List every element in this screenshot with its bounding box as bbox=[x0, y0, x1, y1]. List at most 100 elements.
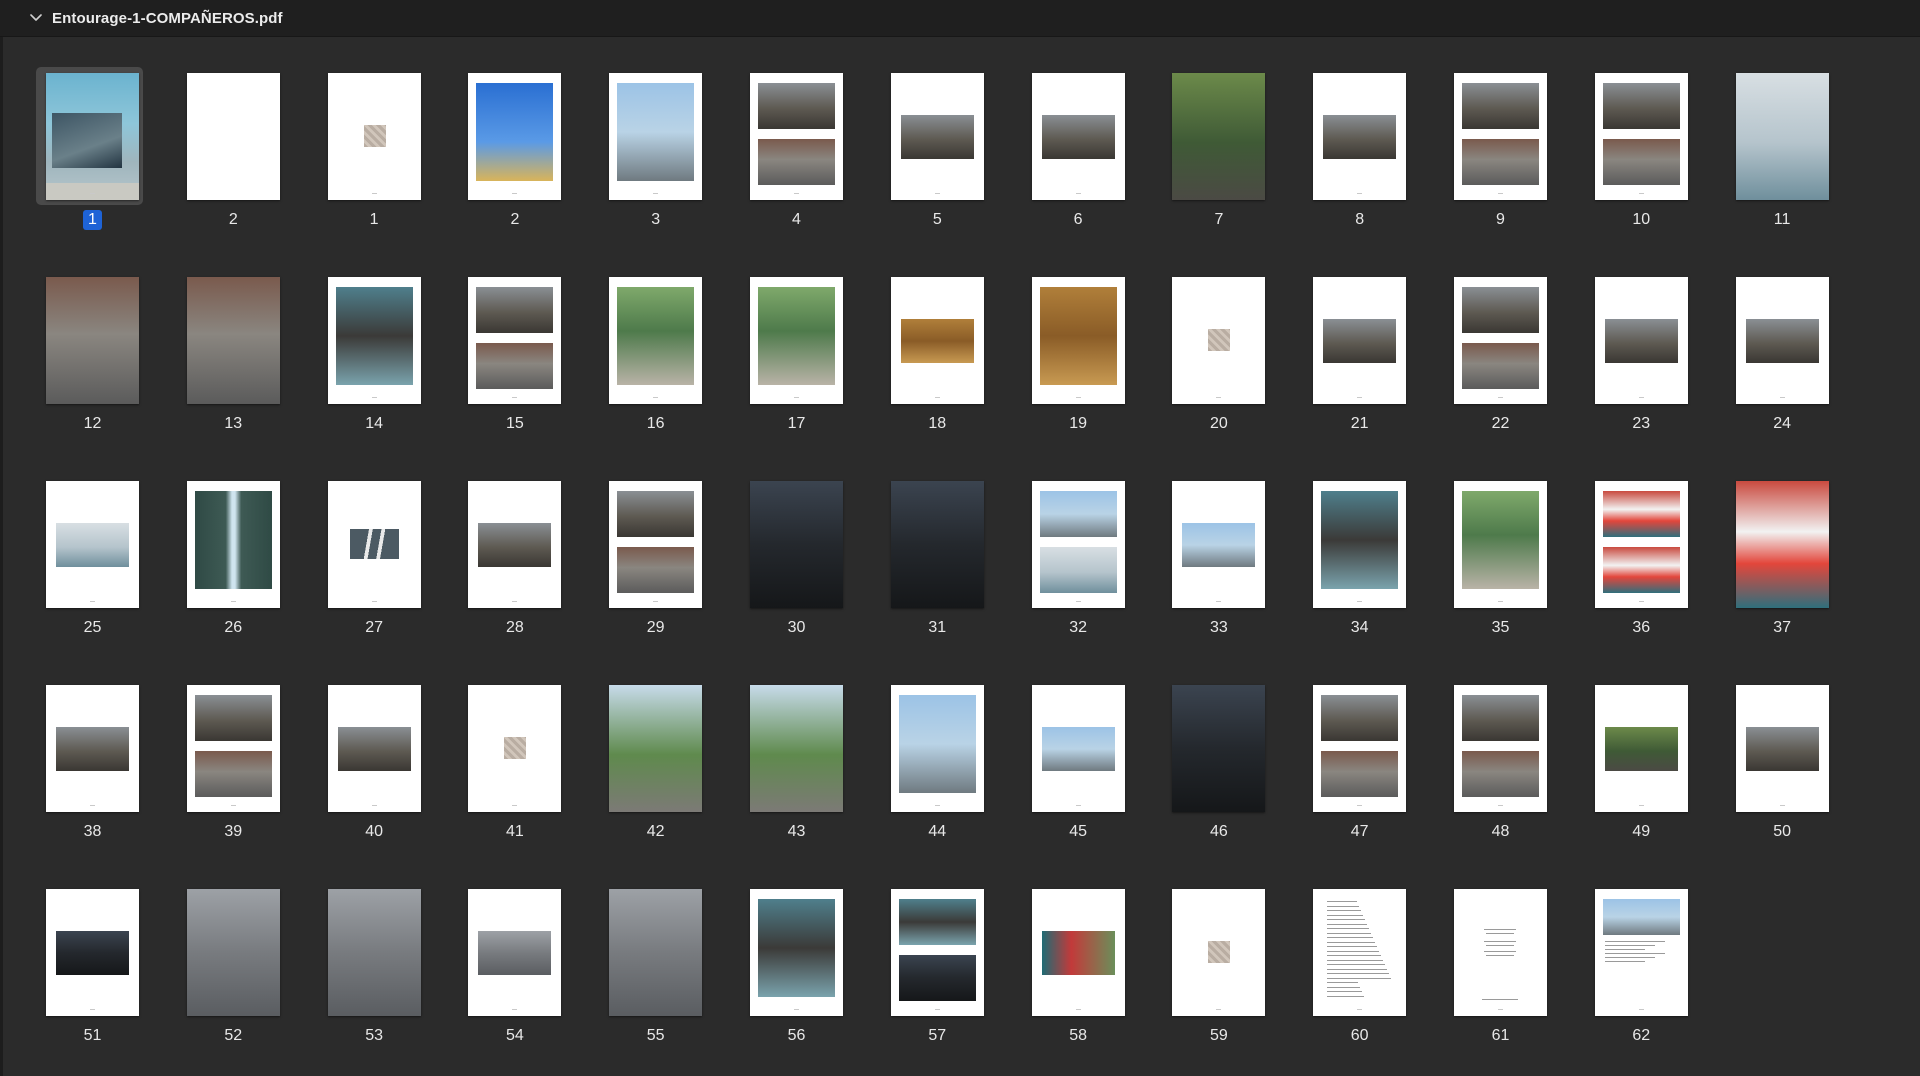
page-preview[interactable] bbox=[1594, 685, 1688, 812]
page-preview[interactable] bbox=[890, 685, 984, 812]
page-thumbnail[interactable]: 33 bbox=[1149, 445, 1269, 645]
page-preview[interactable] bbox=[46, 481, 139, 608]
page-thumbnail[interactable]: 53 bbox=[305, 853, 425, 1053]
page-thumbnail[interactable]: 27 bbox=[305, 445, 425, 645]
page-preview[interactable] bbox=[46, 889, 139, 1016]
page-preview[interactable] bbox=[890, 73, 984, 200]
page-thumbnail[interactable]: 17 bbox=[727, 241, 847, 441]
page-preview[interactable] bbox=[468, 277, 562, 404]
page-preview[interactable] bbox=[1031, 889, 1125, 1016]
page-thumbnail[interactable]: 3 bbox=[586, 37, 706, 237]
page-preview[interactable] bbox=[1594, 277, 1688, 404]
page-preview[interactable] bbox=[327, 481, 421, 608]
page-thumbnail[interactable]: 39 bbox=[164, 649, 284, 849]
page-preview[interactable] bbox=[186, 889, 280, 1016]
page-preview[interactable] bbox=[1594, 889, 1688, 1016]
page-preview[interactable] bbox=[327, 73, 421, 200]
page-preview[interactable] bbox=[1031, 73, 1125, 200]
page-preview[interactable] bbox=[609, 73, 703, 200]
page-preview[interactable] bbox=[1313, 481, 1407, 608]
page-thumbnail[interactable]: 12 bbox=[23, 241, 143, 441]
page-thumbnail[interactable]: 40 bbox=[305, 649, 425, 849]
page-preview[interactable] bbox=[186, 685, 280, 812]
page-preview[interactable] bbox=[1031, 685, 1125, 812]
page-thumbnail[interactable]: 56 bbox=[727, 853, 847, 1053]
page-preview[interactable] bbox=[609, 685, 703, 812]
page-thumbnail[interactable]: 52 bbox=[164, 853, 284, 1053]
page-preview[interactable] bbox=[186, 73, 280, 200]
page-preview[interactable] bbox=[1454, 685, 1547, 812]
page-thumbnail[interactable]: 7 bbox=[1149, 37, 1269, 237]
page-preview[interactable] bbox=[890, 277, 984, 404]
page-preview[interactable] bbox=[609, 277, 703, 404]
page-preview[interactable] bbox=[609, 889, 703, 1016]
page-thumbnail[interactable]: 2 bbox=[445, 37, 565, 237]
page-thumbnail[interactable]: 61 bbox=[1431, 853, 1551, 1053]
page-preview[interactable] bbox=[1031, 481, 1125, 608]
page-thumbnail[interactable]: 10 bbox=[1572, 37, 1692, 237]
page-thumbnail[interactable]: 34 bbox=[1290, 445, 1410, 645]
page-thumbnail[interactable]: 15 bbox=[445, 241, 565, 441]
page-preview[interactable] bbox=[1313, 277, 1407, 404]
page-preview[interactable] bbox=[468, 481, 562, 608]
page-preview[interactable] bbox=[327, 889, 421, 1016]
page-preview[interactable] bbox=[750, 73, 843, 200]
page-thumbnail[interactable]: 60 bbox=[1290, 853, 1410, 1053]
page-thumbnail[interactable]: 1 bbox=[305, 37, 425, 237]
page-thumbnail[interactable]: 38 bbox=[23, 649, 143, 849]
page-preview[interactable] bbox=[468, 73, 562, 200]
page-thumbnail[interactable]: 45 bbox=[1009, 649, 1129, 849]
page-thumbnail[interactable]: 22 bbox=[1431, 241, 1551, 441]
page-preview[interactable] bbox=[327, 685, 421, 812]
page-preview[interactable] bbox=[750, 685, 843, 812]
page-thumbnail[interactable]: 14 bbox=[305, 241, 425, 441]
page-thumbnail[interactable]: 20 bbox=[1149, 241, 1269, 441]
page-thumbnail[interactable]: 59 bbox=[1149, 853, 1269, 1053]
page-preview[interactable] bbox=[1313, 889, 1407, 1016]
page-preview[interactable] bbox=[1454, 277, 1547, 404]
page-thumbnail[interactable]: 23 bbox=[1572, 241, 1692, 441]
page-thumbnail[interactable]: 8 bbox=[1290, 37, 1410, 237]
page-preview[interactable] bbox=[186, 277, 280, 404]
page-preview[interactable] bbox=[750, 889, 843, 1016]
page-preview[interactable] bbox=[468, 685, 562, 812]
page-thumbnail[interactable]: 26 bbox=[164, 445, 284, 645]
page-thumbnail[interactable]: 43 bbox=[727, 649, 847, 849]
page-thumbnail[interactable]: 16 bbox=[586, 241, 706, 441]
page-preview[interactable] bbox=[327, 277, 421, 404]
page-thumbnail[interactable]: 19 bbox=[1009, 241, 1129, 441]
page-thumbnail[interactable]: 47 bbox=[1290, 649, 1410, 849]
page-preview[interactable] bbox=[46, 685, 139, 812]
page-preview[interactable] bbox=[1735, 481, 1829, 608]
page-preview[interactable] bbox=[1172, 73, 1266, 200]
page-thumbnail[interactable]: 51 bbox=[23, 853, 143, 1053]
page-thumbnail[interactable]: 5 bbox=[868, 37, 988, 237]
page-thumbnail[interactable]: 41 bbox=[445, 649, 565, 849]
page-thumbnail[interactable]: 36 bbox=[1572, 445, 1692, 645]
page-thumbnail[interactable]: 21 bbox=[1290, 241, 1410, 441]
page-preview[interactable] bbox=[609, 481, 703, 608]
page-thumbnail[interactable]: 48 bbox=[1431, 649, 1551, 849]
page-preview[interactable] bbox=[890, 889, 984, 1016]
page-preview[interactable] bbox=[1172, 481, 1266, 608]
page-preview[interactable] bbox=[750, 481, 843, 608]
page-preview[interactable] bbox=[1735, 685, 1829, 812]
page-thumbnail[interactable]: 58 bbox=[1009, 853, 1129, 1053]
page-thumbnail[interactable]: 62 bbox=[1572, 853, 1692, 1053]
page-preview[interactable] bbox=[46, 277, 139, 404]
page-thumbnail[interactable]: 32 bbox=[1009, 445, 1129, 645]
page-thumbnail[interactable]: 18 bbox=[868, 241, 988, 441]
page-thumbnail[interactable]: 30 bbox=[727, 445, 847, 645]
page-thumbnail[interactable]: 57 bbox=[868, 853, 988, 1053]
page-preview[interactable] bbox=[1172, 685, 1266, 812]
page-preview[interactable] bbox=[1454, 73, 1547, 200]
page-preview[interactable] bbox=[186, 481, 280, 608]
page-preview[interactable] bbox=[1594, 481, 1688, 608]
chevron-down-icon[interactable] bbox=[29, 11, 43, 25]
page-preview[interactable] bbox=[468, 889, 562, 1016]
page-thumbnail[interactable]: 35 bbox=[1431, 445, 1551, 645]
page-thumbnail[interactable]: 46 bbox=[1149, 649, 1269, 849]
page-preview[interactable] bbox=[1172, 277, 1266, 404]
page-thumbnail[interactable]: 49 bbox=[1572, 649, 1692, 849]
page-thumbnail[interactable]: 13 bbox=[164, 241, 284, 441]
